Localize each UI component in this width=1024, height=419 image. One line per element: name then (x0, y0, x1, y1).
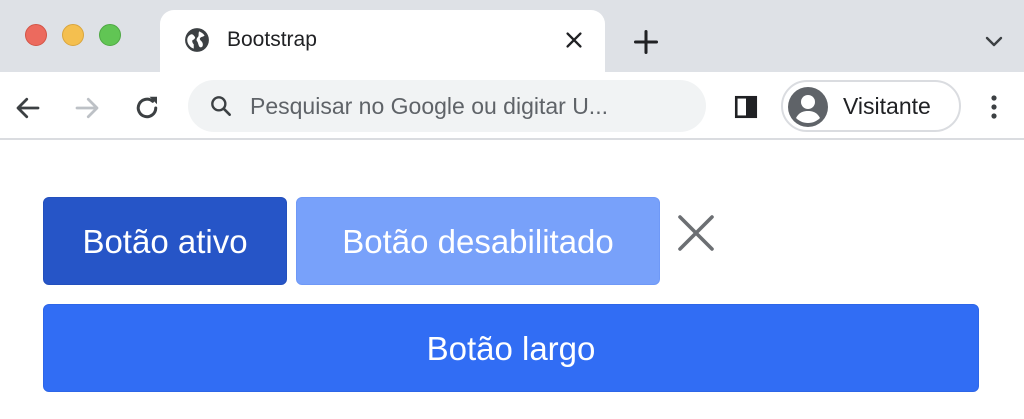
side-panel-icon[interactable] (733, 94, 759, 120)
window-close-button[interactable] (25, 24, 47, 46)
chevron-down-icon[interactable] (982, 31, 1006, 51)
search-icon (211, 96, 231, 116)
window-zoom-button[interactable] (99, 24, 121, 46)
avatar-icon (788, 87, 828, 127)
close-icon[interactable] (674, 211, 718, 255)
browser-tab-bootstrap[interactable]: Bootstrap (160, 10, 605, 72)
close-tab-icon[interactable] (563, 29, 585, 51)
tab-strip: Bootstrap (0, 0, 1024, 72)
reload-icon[interactable] (132, 93, 162, 123)
browser-toolbar: Pesquisar no Google ou digitar U... Visi… (0, 72, 1024, 140)
back-arrow-icon[interactable] (13, 93, 43, 123)
forward-arrow-icon[interactable] (72, 93, 102, 123)
new-tab-plus-icon[interactable] (632, 28, 660, 56)
address-bar[interactable]: Pesquisar no Google ou digitar U... (188, 80, 706, 132)
tab-title: Bootstrap (227, 28, 317, 51)
wide-button[interactable]: Botão largo (43, 304, 979, 392)
profile-label: Visitante (843, 93, 931, 119)
disabled-button: Botão desabilitado (296, 197, 660, 285)
globe-icon (185, 28, 209, 52)
more-menu-icon[interactable] (984, 92, 1004, 122)
window-minimize-button[interactable] (62, 24, 84, 46)
profile-button[interactable]: Visitante (781, 80, 961, 132)
address-input[interactable]: Pesquisar no Google ou digitar U... (250, 80, 690, 132)
page-content: Botão ativo Botão desabilitado Botão lar… (0, 141, 1024, 419)
active-button[interactable]: Botão ativo (43, 197, 287, 285)
